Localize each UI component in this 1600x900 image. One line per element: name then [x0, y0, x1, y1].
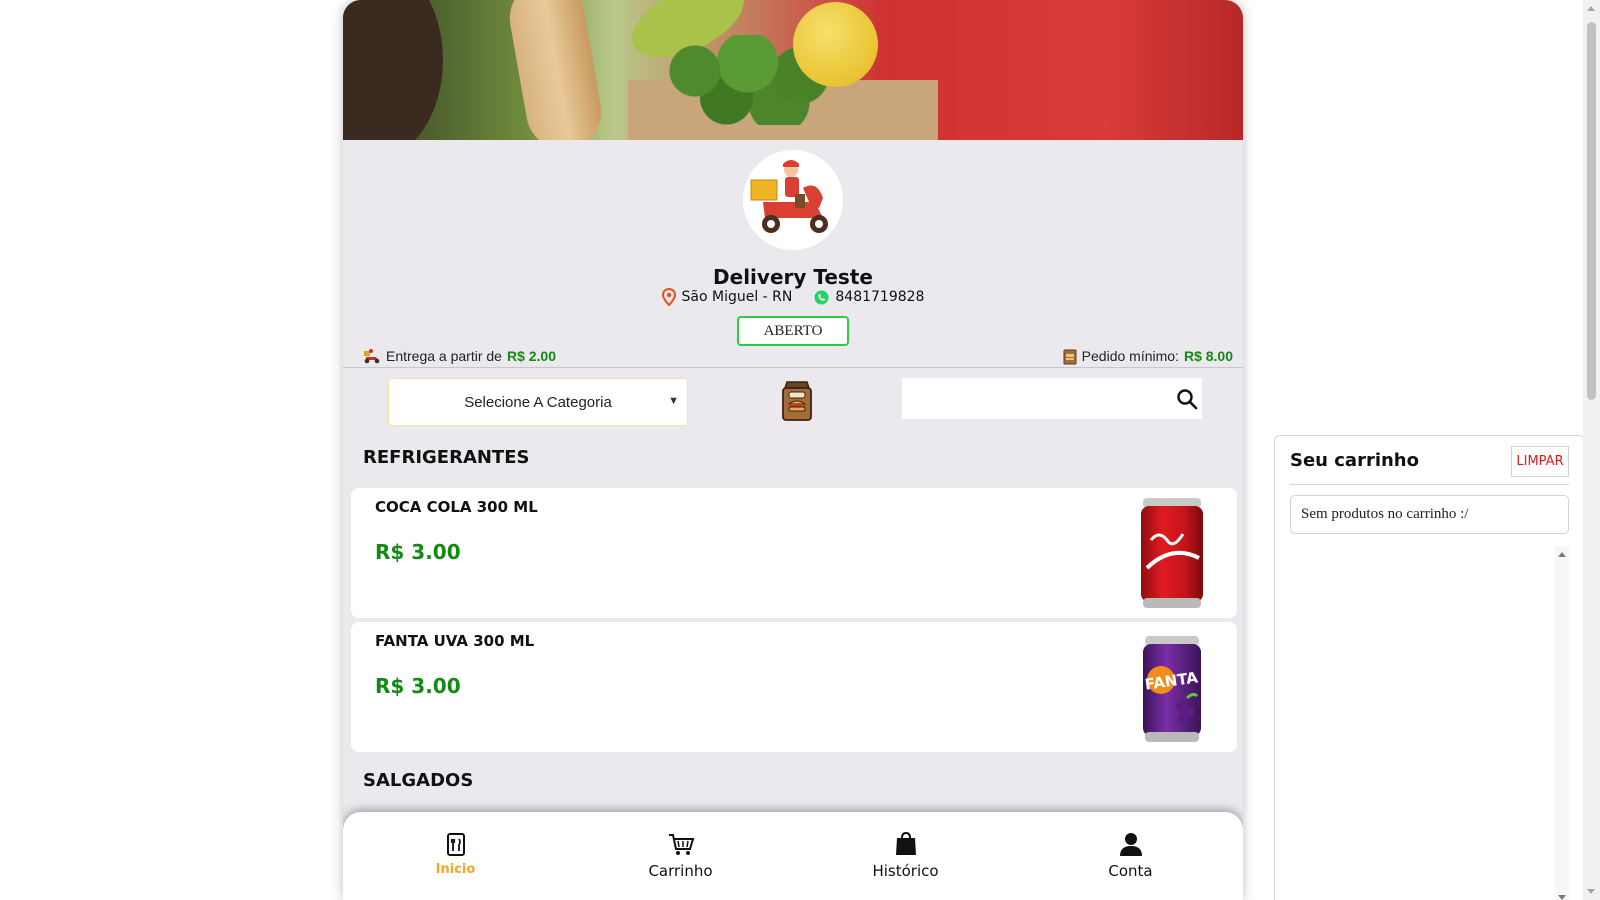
shopping-bag-icon — [895, 831, 916, 855]
status-badge: ABERTO — [737, 316, 849, 346]
page-scrollbar[interactable] — [1583, 0, 1600, 900]
user-icon — [1119, 833, 1142, 856]
product-card[interactable]: COCA COLA 300 ML R$ 3.00 — [351, 488, 1237, 618]
product-name: FANTA UVA 300 ML — [375, 632, 535, 650]
delivery-fee-info: Entrega a partir de R$ 2.00 — [363, 348, 556, 364]
location-text: São Miguel - RN — [681, 289, 793, 305]
coca-cola-can-icon — [1141, 498, 1203, 608]
cart-scrollbar[interactable] — [1555, 546, 1569, 900]
delivery-moto-icon — [364, 349, 380, 364]
nav-label-conta: Conta — [1108, 862, 1153, 880]
scroll-down-arrow-icon[interactable] — [1558, 895, 1566, 900]
location-pin-icon — [661, 288, 676, 306]
whatsapp-icon — [814, 289, 829, 305]
cart-panel: Seu carrinho LIMPAR Sem produtos no carr… — [1274, 435, 1585, 900]
search-icon[interactable] — [1176, 388, 1198, 410]
section-title-salgados: SALGADOS — [363, 770, 474, 791]
fanta-uva-can-icon: FANTA — [1143, 636, 1201, 742]
delivery-scooter-icon — [743, 150, 843, 250]
cart-divider — [1290, 484, 1569, 485]
store-name: Delivery Teste — [713, 265, 873, 289]
divider — [343, 367, 1243, 368]
min-order-value: R$ 8.00 — [1183, 348, 1233, 364]
product-name: COCA COLA 300 ML — [375, 498, 538, 516]
delivery-fee-value: R$ 2.00 — [506, 348, 557, 364]
min-order-info: Pedido mínimo: R$ 8.00 — [1063, 348, 1233, 365]
cart-icon — [668, 834, 694, 855]
nav-label-inicio: Inicio — [435, 862, 476, 877]
nav-label-carrinho: Carrinho — [648, 862, 713, 880]
paper-bag-icon — [1063, 349, 1077, 364]
food-bag-icon — [782, 381, 812, 421]
nav-item-historico[interactable]: Histórico — [793, 812, 1018, 900]
phone-text: 8481719828 — [835, 289, 925, 305]
section-title-refrigerantes: REFRIGERANTES — [363, 447, 530, 468]
nav-label-historico: Histórico — [872, 862, 939, 880]
delivery-fee-label: Entrega a partir de — [386, 348, 502, 364]
min-order-label: Pedido mínimo: — [1081, 348, 1179, 364]
category-select[interactable]: Selecione A Categoria ▼ — [388, 378, 688, 426]
store-banner — [343, 0, 1243, 140]
nav-item-carrinho[interactable]: Carrinho — [568, 812, 793, 900]
store-info: São Miguel - RN 8481719828 — [343, 288, 1243, 306]
scroll-down-arrow-icon[interactable] — [1587, 889, 1595, 894]
product-price: R$ 3.00 — [375, 674, 461, 698]
scrollbar-thumb[interactable] — [1587, 22, 1596, 400]
nav-item-inicio[interactable]: Inicio — [343, 812, 568, 900]
store-logo — [743, 150, 843, 250]
order-bag-button[interactable] — [779, 378, 815, 422]
product-card[interactable]: FANTA UVA 300 ML R$ 3.00 FANTA — [351, 622, 1237, 752]
bottom-nav: Inicio Carrinho Histórico Conta — [343, 812, 1243, 900]
cart-empty-message: Sem produtos no carrinho :/ — [1290, 495, 1569, 534]
store-phone[interactable]: 8481719828 — [814, 289, 924, 305]
nav-item-conta[interactable]: Conta — [1018, 812, 1243, 900]
delivery-info-row: Entrega a partir de R$ 2.00 Pedido mínim… — [363, 346, 1233, 366]
store-location: São Miguel - RN — [661, 288, 793, 306]
chevron-down-icon: ▼ — [668, 395, 679, 407]
scroll-up-arrow-icon[interactable] — [1558, 552, 1566, 557]
menu-utensils-icon — [446, 833, 465, 856]
product-price: R$ 3.00 — [375, 540, 461, 564]
cart-title: Seu carrinho — [1290, 450, 1419, 471]
clear-cart-button[interactable]: LIMPAR — [1511, 446, 1569, 477]
scroll-up-arrow-icon[interactable] — [1587, 6, 1595, 11]
search-input[interactable] — [902, 378, 1202, 419]
app-container: Delivery Teste São Miguel - RN 848171982… — [343, 0, 1243, 900]
category-select-value: Selecione A Categoria — [464, 393, 612, 411]
